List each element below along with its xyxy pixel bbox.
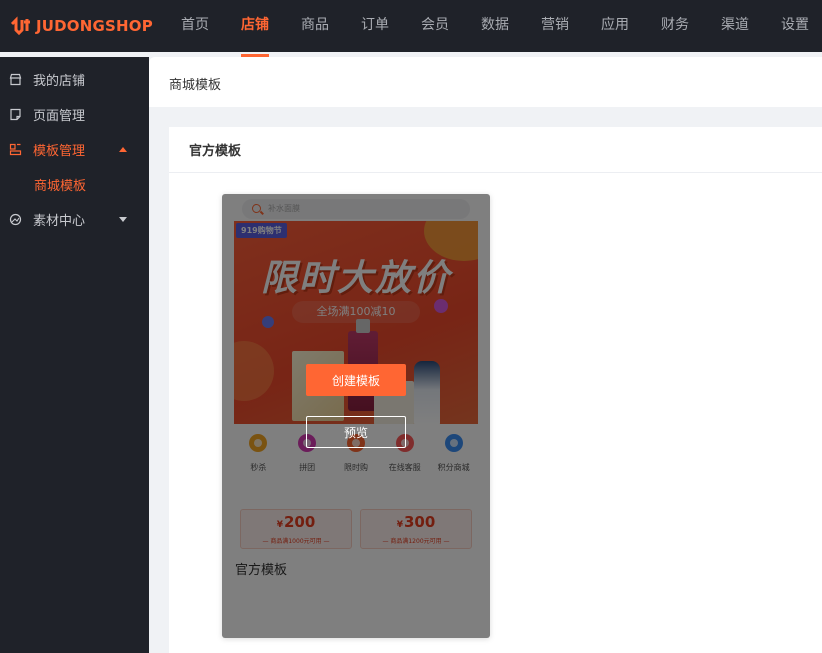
sidebar-item-label: 商城模板 <box>34 179 87 194</box>
nav-apps[interactable]: 应用 <box>585 0 645 52</box>
nav-goods[interactable]: 商品 <box>285 0 345 52</box>
page-icon <box>10 108 21 121</box>
sidebar-item-my-store[interactable]: 我的店铺 <box>0 62 149 97</box>
chevron-up-icon <box>119 147 127 152</box>
preview-button[interactable]: 预览 <box>306 416 406 448</box>
nav-label: 首页 <box>181 17 209 33</box>
nav-home[interactable]: 首页 <box>165 0 225 52</box>
nav-label: 会员 <box>421 17 449 33</box>
official-templates-panel: 官方模板 补水面膜 919购物节 限时大放价 全场满100减10 <box>169 127 822 653</box>
nav-channels[interactable]: 渠道 <box>705 0 765 52</box>
nav-label: 店铺 <box>241 17 269 33</box>
sidebar-item-label: 素材中心 <box>33 214 86 229</box>
page-title: 商城模板 <box>169 78 222 93</box>
sidebar-item-page-management[interactable]: 页面管理 <box>0 97 149 132</box>
panel-title: 官方模板 <box>189 144 242 159</box>
nav-settings[interactable]: 设置 <box>765 0 822 52</box>
nav-data[interactable]: 数据 <box>465 0 525 52</box>
sidebar-item-label: 页面管理 <box>33 109 86 124</box>
nav-label: 财务 <box>661 17 689 33</box>
sidebar-item-mall-templates[interactable]: 商城模板 <box>0 167 149 202</box>
top-nav: 首页 店铺 商品 订单 会员 数据 营销 应用 财务 渠道 设置 <box>165 0 822 57</box>
top-bar: JUDONGSHOP 首页 店铺 商品 订单 会员 数据 营销 应用 财务 渠道… <box>0 0 822 57</box>
nav-members[interactable]: 会员 <box>405 0 465 52</box>
template-hover-overlay: 创建模板 预览 <box>222 194 490 638</box>
sidebar-item-material-center[interactable]: 素材中心 <box>0 202 149 237</box>
store-icon <box>9 73 22 86</box>
sidebar-item-template-management[interactable]: 模板管理 <box>0 132 149 167</box>
template-icon <box>9 143 22 156</box>
main-content: 商城模板 官方模板 补水面膜 919购物节 限时大放价 全场满100减10 <box>149 57 822 653</box>
brand-logo-icon <box>10 16 30 36</box>
template-card[interactable]: 补水面膜 919购物节 限时大放价 全场满100减10 秒杀 <box>222 194 490 638</box>
nav-label: 商品 <box>301 17 329 33</box>
sidebar-item-label: 我的店铺 <box>33 74 86 89</box>
chevron-down-icon <box>119 217 127 222</box>
nav-label: 数据 <box>481 17 509 33</box>
nav-label: 订单 <box>361 17 389 33</box>
brand-name: JUDONGSHOP <box>36 17 153 35</box>
sidebar-item-label: 模板管理 <box>33 144 86 159</box>
nav-store[interactable]: 店铺 <box>225 0 285 57</box>
material-icon <box>9 213 22 226</box>
nav-label: 设置 <box>781 17 809 33</box>
create-template-button[interactable]: 创建模板 <box>306 364 406 396</box>
nav-orders[interactable]: 订单 <box>345 0 405 52</box>
nav-marketing[interactable]: 营销 <box>525 0 585 52</box>
nav-label: 营销 <box>541 17 569 33</box>
panel-header: 官方模板 <box>169 127 822 173</box>
nav-label: 渠道 <box>721 17 749 33</box>
nav-finance[interactable]: 财务 <box>645 0 705 52</box>
page-header: 商城模板 <box>149 57 822 107</box>
nav-label: 应用 <box>601 17 629 33</box>
sidebar: 我的店铺 页面管理 模板管理 商城模板 素材中心 <box>0 57 149 653</box>
brand-logo[interactable]: JUDONGSHOP <box>10 14 153 38</box>
